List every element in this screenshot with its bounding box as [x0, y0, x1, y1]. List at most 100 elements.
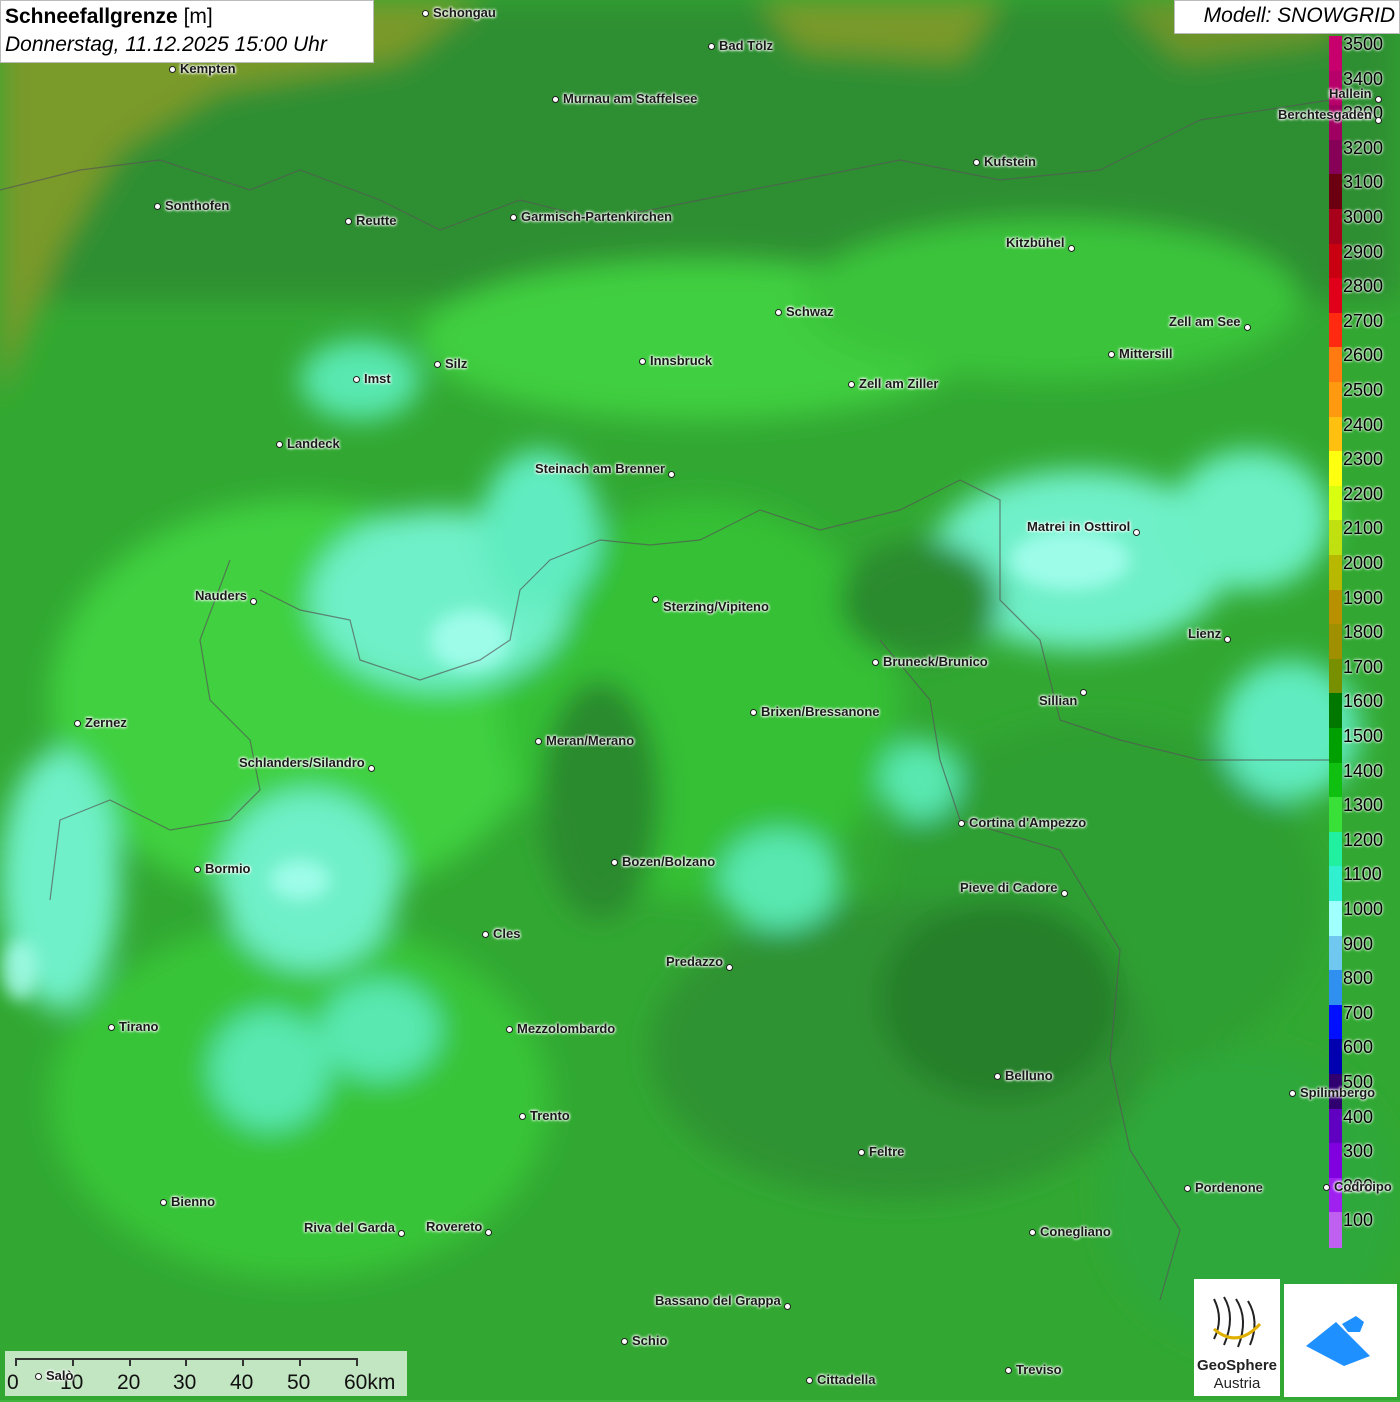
- legend-swatch: [1329, 693, 1342, 729]
- scale-label: 0: [7, 1371, 19, 1394]
- city-marker: [159, 1198, 167, 1206]
- forecast-datetime: Donnerstag, 11.12.2025 15:00 Uhr: [5, 33, 327, 56]
- city-label: Kufstein: [984, 154, 1036, 169]
- city-marker: [484, 1228, 492, 1236]
- legend-label: 900: [1343, 933, 1374, 954]
- city-marker: [421, 9, 429, 17]
- legend-swatch: [1329, 1039, 1342, 1075]
- color-legend: 3500 3400 3300 3200 3100 3000 2900 2800 2700 2600…: [1329, 34, 1400, 1248]
- city-label: Nauders: [195, 588, 248, 603]
- city-marker: [725, 963, 733, 971]
- scale-tick: [356, 1358, 358, 1366]
- scale-tick: [299, 1358, 301, 1366]
- city-marker: [34, 1372, 42, 1380]
- city-label: Codroipo: [1334, 1179, 1392, 1194]
- legend-label: 2100: [1343, 518, 1384, 539]
- legend-swatch: [1329, 520, 1342, 556]
- city-label: Riva del Garda: [304, 1220, 396, 1235]
- city-label: Mittersill: [1119, 346, 1173, 361]
- legend-swatch: [1329, 866, 1342, 902]
- city-marker: [707, 42, 715, 50]
- city-marker: [1322, 1183, 1330, 1191]
- legend-swatch: [1329, 555, 1342, 591]
- legend-label: 2300: [1343, 449, 1384, 470]
- legend-swatch: [1329, 1004, 1342, 1041]
- legend-swatch: [1329, 797, 1342, 833]
- city-label: Berchtesgaden: [1278, 107, 1372, 122]
- city-label: Bassano del Grappa: [655, 1293, 781, 1308]
- legend-label: 1200: [1343, 829, 1384, 850]
- city-marker: [1067, 244, 1075, 252]
- legend-swatch: [1329, 209, 1342, 245]
- city-label: Bormio: [205, 861, 251, 876]
- city-label: Schwaz: [786, 304, 834, 319]
- city-label: Steinach am Brenner: [535, 461, 666, 476]
- city-label: Landeck: [287, 436, 340, 451]
- city-marker: [847, 380, 855, 388]
- scale-label: 20: [117, 1371, 141, 1394]
- geosphere-emblem-icon: [1213, 1296, 1262, 1348]
- legend-swatch: [1329, 312, 1342, 349]
- scale-tick: [129, 1358, 131, 1366]
- legend-swatch: [1329, 1143, 1342, 1179]
- scale-tick: [72, 1358, 74, 1366]
- city-label: Imst: [364, 371, 391, 386]
- city-marker: [993, 1072, 1001, 1080]
- city-label: Bienno: [171, 1194, 216, 1209]
- scale-tick: [185, 1358, 187, 1366]
- city-label: Sterzing/Vipiteno: [663, 599, 769, 614]
- city-marker: [651, 595, 659, 603]
- city-label: Sillian: [1039, 693, 1078, 708]
- legend-swatch: [1329, 382, 1342, 418]
- city-marker: [871, 658, 879, 666]
- legend-swatch: [1329, 624, 1342, 660]
- city-marker: [153, 202, 161, 210]
- geosphere-logo-line1: GeoSphere: [1196, 1357, 1278, 1374]
- city-marker: [397, 1229, 405, 1237]
- geosphere-logo: GeoSphere Austria: [1194, 1279, 1280, 1396]
- city-label: Cortina d'Ampezzo: [969, 815, 1087, 830]
- city-label: Feltre: [869, 1144, 905, 1159]
- legend-swatch: [1329, 1108, 1342, 1145]
- city-label: Lienz: [1188, 626, 1222, 641]
- legend-swatch: [1329, 36, 1342, 72]
- city-marker: [275, 440, 283, 448]
- city-marker: [433, 360, 441, 368]
- city-label: Zernez: [85, 715, 127, 730]
- legend-label: 800: [1343, 968, 1374, 989]
- city-marker: [518, 1112, 526, 1120]
- legend-label: 2500: [1343, 380, 1384, 400]
- city-marker: [1107, 350, 1115, 358]
- city-label: Schongau: [433, 5, 496, 20]
- city-marker: [857, 1148, 865, 1156]
- legend-swatch: [1329, 278, 1342, 314]
- city-label: Tirano: [119, 1019, 159, 1034]
- city-label: Matrei in Osttirol: [1027, 519, 1131, 534]
- legend-label: 1500: [1343, 726, 1384, 746]
- map-title: Schneefallgrenze: [5, 5, 178, 28]
- city-marker: [509, 213, 517, 221]
- city-label: Kitzbühel: [1006, 235, 1065, 250]
- legend-swatch: [1329, 935, 1342, 972]
- city-label: Garmisch-Partenkirchen: [521, 209, 673, 224]
- city-label: Murnau am Staffelsee: [563, 91, 698, 106]
- legend-label: 1400: [1343, 760, 1384, 781]
- legend-label: 3500: [1343, 34, 1384, 54]
- city-label: Trento: [530, 1108, 570, 1123]
- city-marker: [957, 819, 965, 827]
- city-marker: [1288, 1089, 1296, 1097]
- city-label: Kempten: [180, 61, 236, 76]
- city-marker: [534, 737, 542, 745]
- legend-swatch: [1329, 762, 1342, 799]
- legend-swatch: [1329, 901, 1342, 937]
- city-label: Rovereto: [426, 1219, 483, 1234]
- city-marker: [774, 308, 782, 316]
- city-marker: [1183, 1184, 1191, 1192]
- scale-tick: [15, 1358, 17, 1366]
- city-marker: [620, 1337, 628, 1345]
- legend-swatch: [1329, 970, 1342, 1006]
- city-label: Reutte: [356, 213, 397, 228]
- scale-label: 60km: [344, 1371, 396, 1394]
- legend-label: 700: [1343, 1002, 1374, 1023]
- legend-label: 2200: [1343, 483, 1384, 504]
